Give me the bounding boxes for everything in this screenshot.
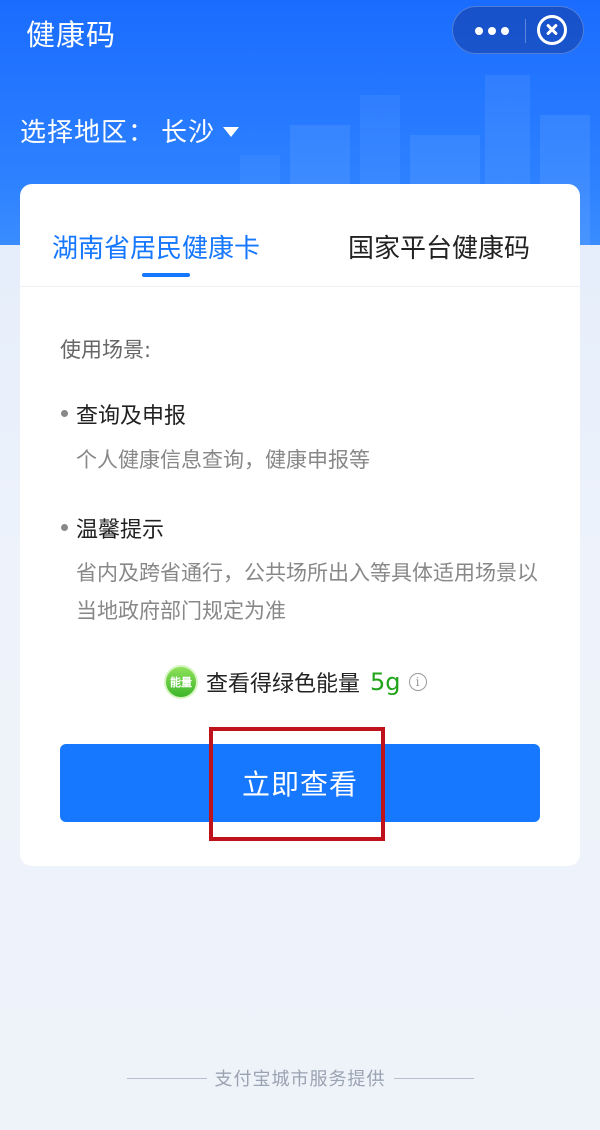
active-tab-indicator <box>142 273 190 277</box>
bullet-dot <box>61 410 68 417</box>
energy-badge-icon: 能量 <box>164 665 198 699</box>
item-desc: 个人健康信息查询，健康申报等 <box>76 448 370 472</box>
caret-down-icon <box>223 126 240 137</box>
tab-bar: 湖南省居民健康卡 国家平台健康码 <box>20 184 580 287</box>
close-circle-icon[interactable] <box>537 15 567 45</box>
info-icon[interactable]: i <box>408 673 427 691</box>
app-title: 健康码 <box>26 18 117 52</box>
footer: 支付宝城市服务提供 <box>0 1063 600 1093</box>
bullet-dot <box>61 524 68 531</box>
footer-divider-right <box>393 1077 474 1079</box>
mini-app-capsule <box>452 6 584 54</box>
item-title: 查询及申报 <box>76 404 187 429</box>
item-title: 温馨提示 <box>76 518 165 543</box>
more-dots-icon[interactable] <box>471 7 521 53</box>
region-label: 选择地区： <box>20 118 156 148</box>
capsule-divider <box>525 19 526 43</box>
energy-label: 查看得绿色能量 <box>206 672 361 697</box>
section-label: 使用场景: <box>60 338 152 362</box>
footer-divider-left <box>126 1077 207 1079</box>
highlight-annotation-box <box>209 727 385 841</box>
region-value: 长沙 <box>161 118 216 148</box>
region-selector[interactable]: 选择地区： 长沙 <box>20 112 240 149</box>
green-energy-reward: 能量 查看得绿色能量 5g i <box>164 664 427 700</box>
tab-hunan-health-card[interactable]: 湖南省居民健康卡 <box>52 228 260 265</box>
footer-text: 支付宝城市服务提供 <box>214 1069 386 1090</box>
item-desc: 省内及跨省通行，公共场所出入等具体适用场景以当地政府部门规定为准 <box>76 561 538 623</box>
tab-national-health-code[interactable]: 国家平台健康码 <box>348 228 530 265</box>
energy-amount: 5g <box>370 668 401 696</box>
